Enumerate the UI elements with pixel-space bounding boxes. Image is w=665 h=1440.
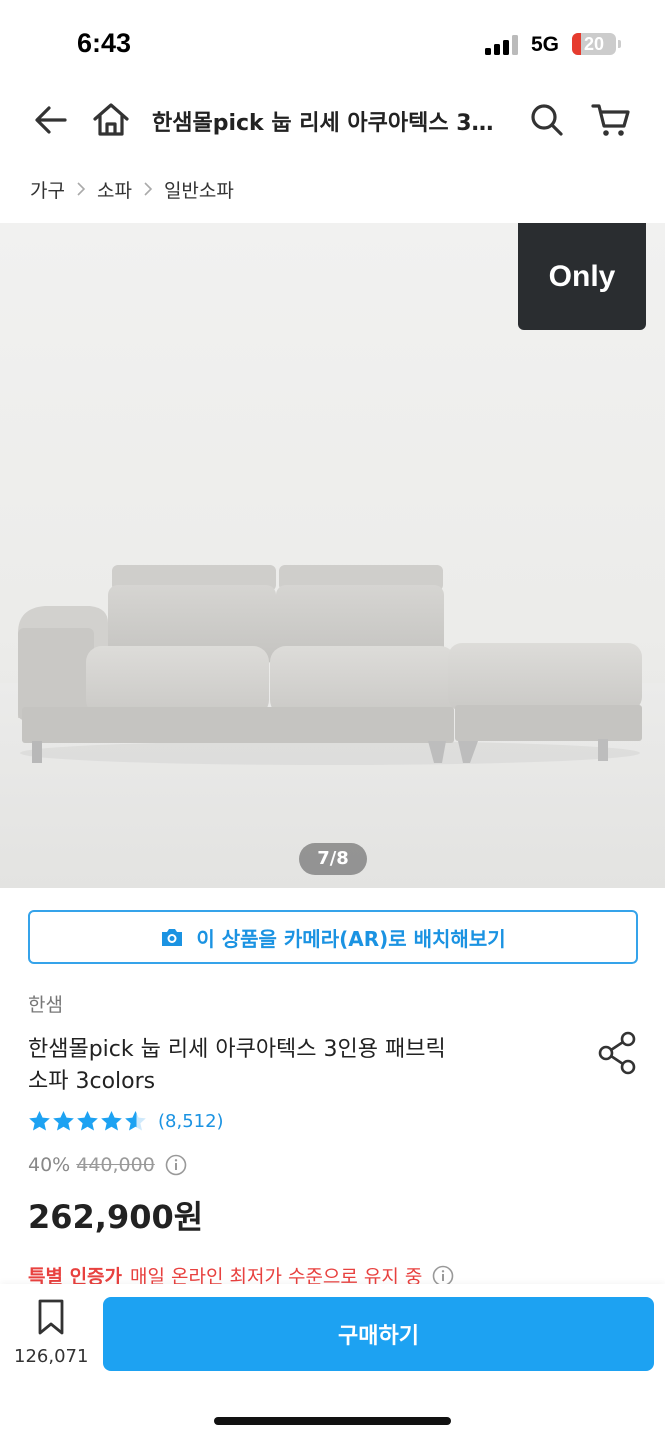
product-title-line2: 소파 3colors [28,1069,156,1094]
cart-icon[interactable] [589,98,633,142]
ar-view-label: 이 상품을 카메라(AR)로 배치해보기 [196,926,506,951]
star-half-icon [125,1110,146,1131]
product-title: 한샘몰pick 눕 리세 아쿠아텍스 3인용 패브릭 소파 3colors [28,1034,548,1098]
buy-button[interactable]: 구매하기 [103,1297,654,1371]
breadcrumb-item-sofa[interactable]: 소파 [97,176,132,203]
star-filled-icon [53,1110,74,1131]
breadcrumb-item-furniture[interactable]: 가구 [30,176,65,203]
home-indicator [214,1417,451,1425]
rating-summary[interactable]: (8,512) [28,1110,224,1132]
ar-view-button[interactable]: 이 상품을 카메라(AR)로 배치해보기 [28,910,638,964]
product-image-carousel[interactable]: Only 7/8 [0,223,665,888]
breadcrumb-item-general-sofa[interactable]: 일반소파 [164,176,234,203]
cellular-signal-icon [485,35,518,55]
top-nav-bar: 한샘몰pick 눕 리세 아쿠아텍스 3인용 패브릭 소파 3colors [0,88,665,152]
network-type: 5G [531,33,560,56]
bookmark-count: 126,071 [14,1346,89,1367]
camera-icon [162,929,183,946]
star-rating [28,1110,148,1132]
battery-level: 20 [583,34,605,54]
only-badge: Only [518,223,646,330]
share-icon[interactable] [596,1030,638,1076]
bottom-action-bar: 126,071 구매하기 [0,1284,665,1440]
bookmark-button[interactable]: 126,071 [14,1298,88,1378]
page-title: 한샘몰pick 눕 리세 아쿠아텍스 3인용 패브릭 소파 3colors [152,111,497,136]
sale-price: 262,900원 [28,1198,204,1236]
star-filled-icon [29,1110,50,1131]
search-icon[interactable] [525,98,569,142]
status-time: 6:43 [77,28,132,58]
status-bar: 6:43 5G 20 [0,0,665,88]
price-discount-row: 40% 440,000 [28,1154,187,1176]
breadcrumb: 가구 소파 일반소파 [30,176,234,202]
home-icon[interactable] [89,98,133,142]
review-count: (8,512) [158,1110,224,1132]
product-title-line1: 한샘몰pick 눕 리세 아쿠아텍스 3인용 패브릭 [28,1037,446,1062]
original-price: 440,000 [76,1154,155,1176]
bookmark-icon [38,1299,64,1335]
chevron-right-icon [77,182,86,196]
discount-rate: 40% [28,1154,71,1176]
star-filled-icon [77,1110,98,1131]
info-icon[interactable] [165,1154,187,1176]
battery-tip [618,40,621,48]
star-filled-icon [101,1110,122,1131]
battery-icon: 20 [572,33,616,55]
brand-name[interactable]: 한샘 [28,990,63,1017]
chevron-right-icon [144,182,153,196]
back-arrow-icon[interactable] [29,98,73,142]
image-page-indicator: 7/8 [299,843,367,875]
